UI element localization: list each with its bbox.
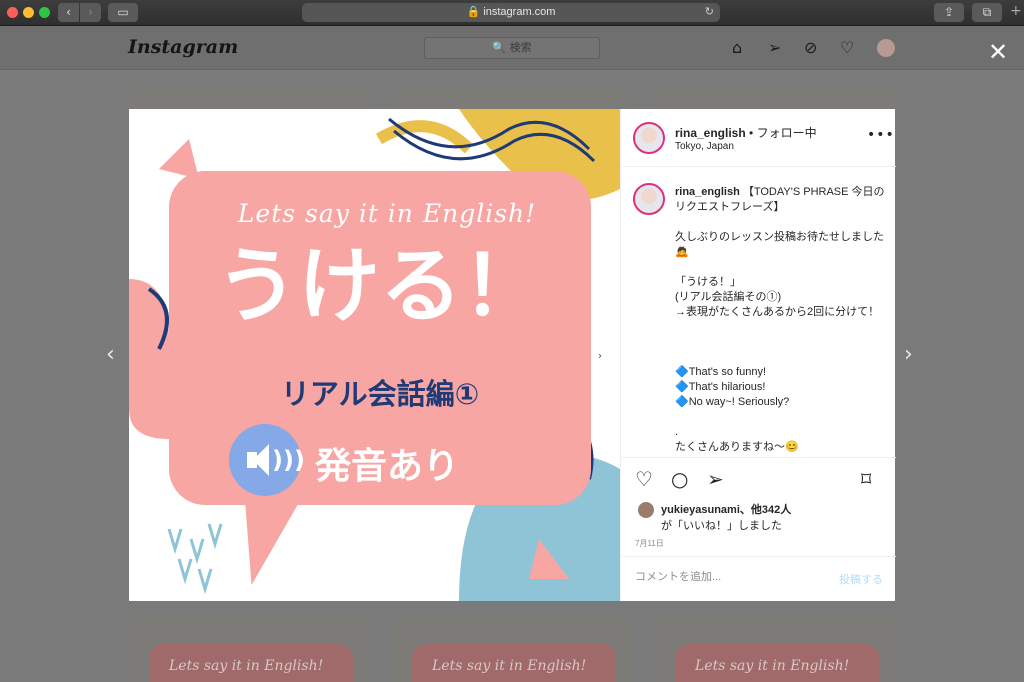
post-date[interactable]: 7月11日 bbox=[635, 538, 664, 549]
avatar[interactable] bbox=[633, 122, 665, 154]
tile-caption: Lets say it in English! bbox=[432, 658, 587, 674]
share-icon[interactable]: ➢ bbox=[707, 468, 724, 490]
caption-text: rina_english 【TODAY'S PHRASE 今日のリクエストフレー… bbox=[675, 185, 887, 455]
direct-icon[interactable]: ➢ bbox=[768, 38, 781, 58]
comment-icon[interactable]: ○ bbox=[671, 468, 688, 490]
profile-avatar[interactable] bbox=[877, 39, 895, 57]
activity-heart-icon[interactable]: ♡ bbox=[840, 38, 854, 58]
tab-overview-button[interactable]: ⧉ bbox=[972, 3, 1002, 22]
browser-toolbar: ‹ › ▭ 🔒 instagram.com ↻ ⇪ ⧉ + bbox=[0, 0, 1024, 26]
carousel-next-icon[interactable]: › bbox=[591, 347, 609, 365]
heart-icon[interactable]: ♡ bbox=[635, 468, 653, 490]
close-icon[interactable]: ✕ bbox=[988, 40, 1008, 64]
lock-icon: 🔒 bbox=[466, 6, 481, 18]
url-text: instagram.com bbox=[483, 6, 556, 18]
back-button[interactable]: ‹ bbox=[58, 3, 79, 22]
next-post-arrow-icon[interactable]: › bbox=[904, 342, 913, 367]
grid-tile[interactable] bbox=[392, 88, 632, 110]
tile-caption: Lets say it in English! bbox=[169, 658, 324, 674]
grid-tile[interactable]: Lets say it in English! bbox=[392, 614, 632, 682]
image-subtitle: リアル会話編① bbox=[280, 377, 480, 411]
grid-tile[interactable]: Lets say it in English! bbox=[129, 614, 369, 682]
sidebar-toggle-button[interactable]: ▭ bbox=[108, 3, 138, 22]
explore-icon[interactable]: ⊘ bbox=[804, 38, 817, 58]
comment-input[interactable] bbox=[635, 571, 815, 583]
likes-suffix: が「いいね！」しました bbox=[661, 520, 782, 532]
post-author: rina_english • フォロー中 bbox=[675, 124, 817, 141]
address-bar[interactable]: 🔒 instagram.com ↻ bbox=[302, 3, 720, 22]
zoom-window-button[interactable] bbox=[39, 7, 50, 18]
bookmark-icon[interactable]: ⌑ bbox=[861, 468, 871, 490]
minimize-window-button[interactable] bbox=[23, 7, 34, 18]
image-headline: うける！ bbox=[215, 239, 544, 334]
avatar[interactable] bbox=[638, 502, 654, 518]
grid-tile[interactable]: Lets say it in English! bbox=[655, 614, 895, 682]
caption-scroll-area[interactable]: rina_english 【TODAY'S PHRASE 今日のリクエストフレー… bbox=[621, 167, 896, 457]
image-pronunciation-label: 発音あり bbox=[315, 446, 460, 487]
instagram-logo[interactable]: Instagram bbox=[128, 36, 238, 58]
post-actions: ♡ ○ ➢ ⌑ yukieyasunami、他342人 が「いいね！」しました … bbox=[621, 457, 896, 603]
caption-username[interactable]: rina_english bbox=[675, 186, 740, 198]
new-tab-button[interactable]: + bbox=[1010, 3, 1022, 19]
location-link[interactable]: Tokyo, Japan bbox=[675, 141, 734, 152]
close-window-button[interactable] bbox=[7, 7, 18, 18]
share-button[interactable]: ⇪ bbox=[934, 3, 964, 22]
username-link[interactable]: rina_english bbox=[675, 126, 746, 140]
caption-body: 【TODAY'S PHRASE 今日のリクエストフレーズ】 久しぶりのレッスン投… bbox=[675, 186, 885, 453]
reload-icon[interactable]: ↻ bbox=[705, 3, 714, 22]
more-options-icon[interactable]: ••• bbox=[867, 127, 895, 143]
avatar[interactable] bbox=[633, 183, 665, 215]
post-comment-button[interactable]: 投稿する bbox=[839, 571, 883, 587]
post-side-panel: rina_english • フォロー中 Tokyo, Japan ••• ri… bbox=[620, 109, 896, 603]
instagram-header: Instagram 🔍 検索 ⌂ ➢ ⊘ ♡ bbox=[0, 26, 1024, 70]
grid-tile[interactable] bbox=[129, 88, 369, 110]
image-script-text: Lets say it in English! bbox=[237, 199, 537, 228]
likes-count[interactable]: yukieyasunami、他342人 bbox=[661, 501, 791, 517]
search-input[interactable]: 🔍 検索 bbox=[424, 37, 600, 59]
home-icon[interactable]: ⌂ bbox=[732, 38, 742, 58]
forward-button[interactable]: › bbox=[80, 3, 101, 22]
follow-status[interactable]: • フォロー中 bbox=[749, 126, 817, 140]
post-header: rina_english • フォロー中 Tokyo, Japan ••• bbox=[621, 109, 896, 167]
previous-post-arrow-icon[interactable]: ‹ bbox=[106, 342, 115, 367]
post-image[interactable]: Lets say it in English! うける！ リアル会話編① )))… bbox=[129, 109, 620, 601]
tile-caption: Lets say it in English! bbox=[695, 658, 850, 674]
grid-tile[interactable] bbox=[655, 88, 895, 110]
speaker-icon: ))) bbox=[229, 424, 305, 496]
post-modal: Lets say it in English! うける！ リアル会話編① )))… bbox=[129, 109, 896, 603]
comment-row: 投稿する bbox=[621, 556, 896, 602]
